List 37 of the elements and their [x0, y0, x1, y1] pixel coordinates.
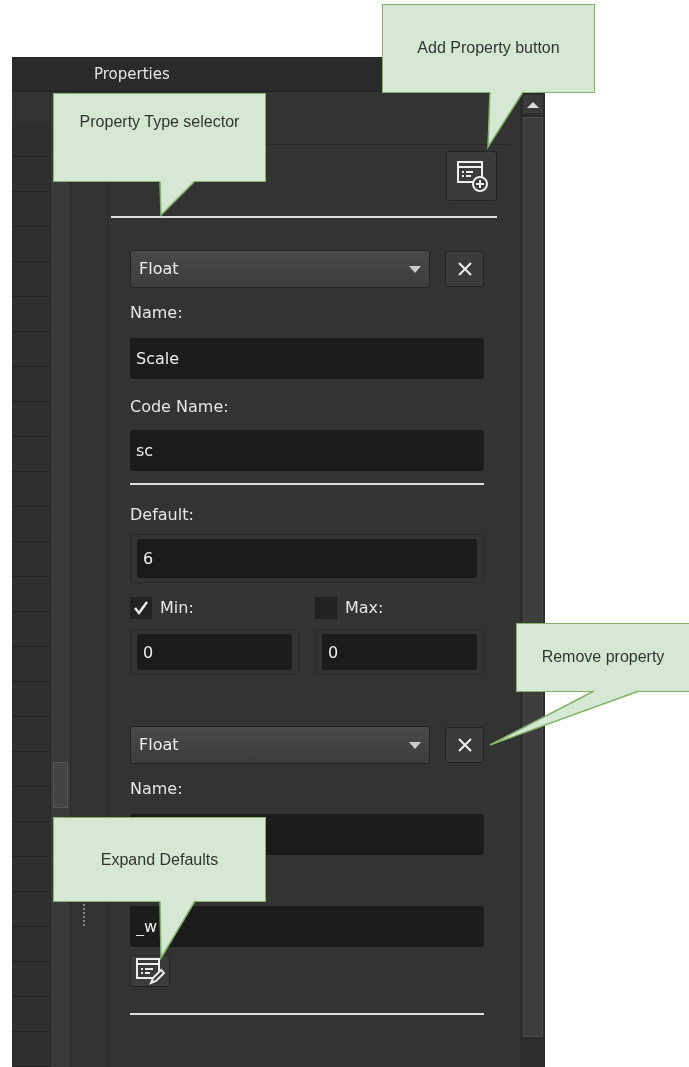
callout-tooltip: Property Type selector [53, 93, 266, 182]
type-dropdown[interactable]: Float [130, 250, 430, 288]
list-plus-icon [454, 159, 489, 193]
field-label: Code Name: [130, 397, 230, 417]
caret-icon [409, 265, 421, 273]
max-field[interactable]: 0 [322, 634, 477, 670]
close-icon [456, 737, 473, 753]
code-name-field[interactable]: sc [130, 430, 484, 471]
up-arrow-icon [526, 100, 539, 108]
field-label: Name: [130, 303, 184, 323]
min-field[interactable]: 0 [137, 634, 292, 670]
add-property-button[interactable] [446, 151, 497, 201]
callout-pointer-tooltip [488, 92, 524, 148]
remove-button[interactable] [445, 251, 484, 287]
callout-pointer-tooltip [160, 901, 196, 959]
checkbox[interactable] [130, 597, 152, 619]
list-edit-icon [135, 957, 165, 985]
checkbox-label: Max: [345, 598, 384, 618]
callout-tooltip: Remove property [516, 623, 689, 692]
check-icon [133, 600, 149, 616]
name-field[interactable]: Scale [130, 338, 484, 379]
expand-defaults-button[interactable] [130, 955, 170, 987]
checkbox-label: Min: [160, 598, 194, 618]
code-name-field[interactable]: _w [130, 906, 484, 947]
panel-title: Properties [94, 63, 170, 85]
callout-tooltip: Add Property button [382, 4, 595, 93]
default-field[interactable]: 6 [137, 539, 477, 578]
field-label: Name: [130, 779, 184, 799]
caret-icon [409, 741, 421, 749]
scrollbar-thumb[interactable] [522, 117, 543, 1037]
scrollbar-thumb[interactable] [53, 762, 68, 808]
callout-tooltip: Expand Defaults [53, 817, 266, 902]
type-dropdown[interactable]: Float [130, 726, 430, 764]
field-label: Default: [130, 505, 195, 525]
remove-button[interactable] [445, 727, 484, 763]
scroll-up-button[interactable] [522, 95, 543, 113]
close-icon [456, 261, 473, 277]
